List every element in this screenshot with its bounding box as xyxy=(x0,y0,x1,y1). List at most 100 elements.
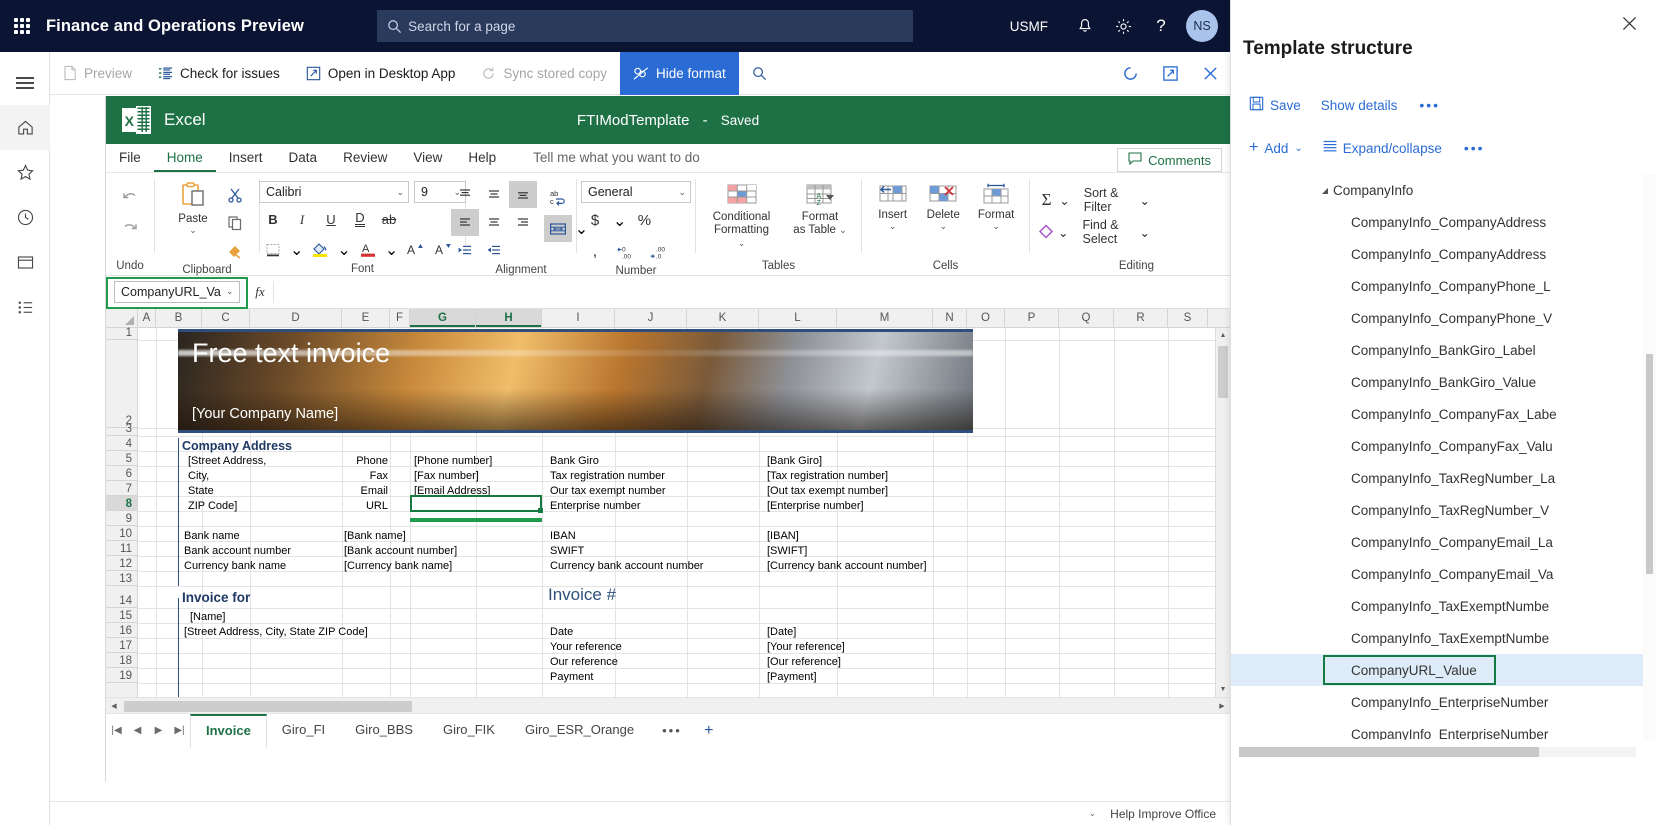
tree-node-item[interactable]: CompanyInfo_CompanyAddress xyxy=(1231,238,1656,270)
favorites-star-icon[interactable] xyxy=(0,150,50,195)
align-left-button[interactable] xyxy=(451,209,479,236)
tree-node-item[interactable]: CompanyInfo_CompanyEmail_Va xyxy=(1231,558,1656,590)
grid-horizontal-scrollbar[interactable]: ◀ ▶ xyxy=(106,697,1230,713)
gear-icon[interactable] xyxy=(1104,0,1142,52)
column-header-D[interactable]: D xyxy=(250,309,342,327)
tree-node-item[interactable]: CompanyInfo_CompanyFax_Labe xyxy=(1231,398,1656,430)
formula-input[interactable] xyxy=(273,281,1230,303)
column-header-O[interactable]: O xyxy=(967,309,1005,327)
chevron-down-icon[interactable]: ⌄ xyxy=(1140,193,1150,208)
tab-review[interactable]: Review xyxy=(330,143,400,172)
tree-horizontal-scrollbar[interactable] xyxy=(1239,747,1636,757)
tab-file[interactable]: File xyxy=(106,143,154,172)
select-all-corner[interactable] xyxy=(106,309,138,327)
refresh-circle-icon[interactable] xyxy=(1110,52,1150,95)
add-sheet-button[interactable]: + xyxy=(695,722,723,740)
workspaces-icon[interactable] xyxy=(0,240,50,285)
tab-home[interactable]: Home xyxy=(154,143,216,172)
row-header-19[interactable]: 19 xyxy=(106,668,137,683)
bold-button[interactable]: B xyxy=(259,206,287,233)
scroll-down-arrow[interactable]: ▼ xyxy=(1216,682,1230,697)
sheet-tab-giro-fik[interactable]: Giro_FIK xyxy=(428,714,510,748)
tree-node-item[interactable]: CompanyInfo_TaxRegNumber_La xyxy=(1231,462,1656,494)
tree-node-companyinfo[interactable]: ◢ CompanyInfo xyxy=(1231,174,1656,206)
column-header-P[interactable]: P xyxy=(1005,309,1059,327)
column-header-N[interactable]: N xyxy=(933,309,967,327)
sheet-nav-first[interactable]: |◀ xyxy=(106,725,127,736)
modules-list-icon[interactable] xyxy=(0,285,50,330)
font-color-button[interactable]: A xyxy=(354,236,382,263)
hamburger-menu-icon[interactable] xyxy=(0,60,50,105)
preview-button[interactable]: Preview xyxy=(50,52,145,95)
chevron-down-icon[interactable]: ⌄ xyxy=(226,286,234,297)
underline-button[interactable]: U xyxy=(317,206,345,233)
column-header-M[interactable]: M xyxy=(837,309,933,327)
insert-function-icon[interactable]: fx xyxy=(247,284,273,300)
save-button[interactable]: Save xyxy=(1239,92,1311,118)
chevron-down-icon[interactable]: ⌄ xyxy=(889,222,897,230)
merge-cells-button[interactable] xyxy=(544,215,572,242)
expand-collapse-button[interactable]: Expand/collapse xyxy=(1313,136,1452,160)
row-header-7[interactable]: 7 xyxy=(106,481,137,496)
cut-scissors-icon[interactable] xyxy=(221,181,249,208)
tree-node-item[interactable]: CompanyInfo_EnterpriseNumber xyxy=(1231,686,1656,718)
chevron-down-icon[interactable]: ⌄ xyxy=(382,240,401,260)
currency-format-button[interactable]: $ xyxy=(581,207,609,234)
chevron-down-icon[interactable]: ⌄ xyxy=(287,240,306,260)
row-header-1[interactable]: 1 xyxy=(106,328,137,340)
increase-font-size-button[interactable]: A xyxy=(401,236,429,263)
tree-node-item[interactable]: CompanyInfo_TaxExemptNumbe xyxy=(1231,622,1656,654)
tree-node-item[interactable]: CompanyInfo_CompanyFax_Valu xyxy=(1231,430,1656,462)
row-header-14[interactable]: 14 xyxy=(106,586,137,608)
tab-data[interactable]: Data xyxy=(276,143,331,172)
align-right-button[interactable] xyxy=(509,209,537,236)
tree-node-item[interactable]: CompanyInfo_CompanyPhone_V xyxy=(1231,302,1656,334)
tree-node-item[interactable]: CompanyInfo_EnterpriseNumber xyxy=(1231,718,1656,740)
scroll-up-arrow[interactable]: ▲ xyxy=(1216,328,1230,343)
autosum-button[interactable]: Σ ⌄ Sort & Filter ⌄ xyxy=(1038,185,1150,215)
row-header-2[interactable]: 2 xyxy=(106,340,137,428)
comma-style-button[interactable]: , xyxy=(581,238,609,265)
tree-node-item[interactable]: CompanyInfo_TaxRegNumber_V xyxy=(1231,494,1656,526)
notification-bell-icon[interactable] xyxy=(1066,0,1104,52)
grid-cells[interactable]: Free text invoice [Your Company Name] Co… xyxy=(138,328,1230,697)
scroll-right-arrow[interactable]: ▶ xyxy=(1214,702,1230,710)
global-search-box[interactable] xyxy=(377,10,913,42)
tab-help[interactable]: Help xyxy=(455,143,509,172)
number-format-combobox[interactable]: General ⌄ xyxy=(581,181,691,203)
font-name-combobox[interactable]: Calibri ⌄ xyxy=(259,181,409,203)
column-header-S[interactable]: S xyxy=(1168,309,1208,327)
tab-view[interactable]: View xyxy=(400,143,455,172)
scroll-left-arrow[interactable]: ◀ xyxy=(106,702,122,710)
double-underline-button[interactable]: D xyxy=(346,206,374,233)
row-header-16[interactable]: 16 xyxy=(106,623,137,638)
avatar[interactable]: NS xyxy=(1186,10,1218,42)
row-header-8[interactable]: 8 xyxy=(106,496,137,511)
tree-vertical-scrollbar[interactable] xyxy=(1643,174,1656,740)
tree-node-item[interactable]: CompanyInfo_CompanyEmail_La xyxy=(1231,526,1656,558)
redo-button[interactable] xyxy=(116,214,144,241)
status-caret-icon[interactable]: ⌄ xyxy=(1089,808,1097,819)
show-details-button[interactable]: Show details xyxy=(1311,94,1408,117)
sheet-tab-giro-fi[interactable]: Giro_FI xyxy=(267,714,340,748)
comments-button[interactable]: Comments xyxy=(1117,148,1222,172)
sheet-nav-last[interactable]: ▶| xyxy=(169,725,190,736)
increase-decimal-button[interactable]: .00.0 xyxy=(645,238,673,265)
paste-button[interactable]: Paste ⌄ xyxy=(165,179,221,236)
open-in-desktop-app-button[interactable]: Open in Desktop App xyxy=(293,52,469,95)
undo-button[interactable] xyxy=(116,183,144,210)
decrease-decimal-button[interactable]: 0.00 xyxy=(613,238,641,265)
home-icon[interactable] xyxy=(0,105,50,150)
chevron-down-icon[interactable]: ⌄ xyxy=(1058,225,1068,240)
copy-icon[interactable] xyxy=(221,209,249,236)
chevron-down-icon[interactable]: ⌄ xyxy=(738,238,746,248)
search-input[interactable] xyxy=(408,19,903,34)
conditional-formatting-button[interactable]: Conditional Formatting ⌄ xyxy=(704,181,779,253)
sheet-nav-next[interactable]: ▶ xyxy=(148,725,169,736)
hscroll-track[interactable] xyxy=(122,700,1214,712)
row-header-6[interactable]: 6 xyxy=(106,466,137,481)
app-launcher-icon[interactable] xyxy=(0,0,44,52)
add-button[interactable]: + Add ⌄ xyxy=(1239,137,1313,160)
row-header-15[interactable]: 15 xyxy=(106,608,137,623)
sheet-tab-giro-bbs[interactable]: Giro_BBS xyxy=(340,714,428,748)
